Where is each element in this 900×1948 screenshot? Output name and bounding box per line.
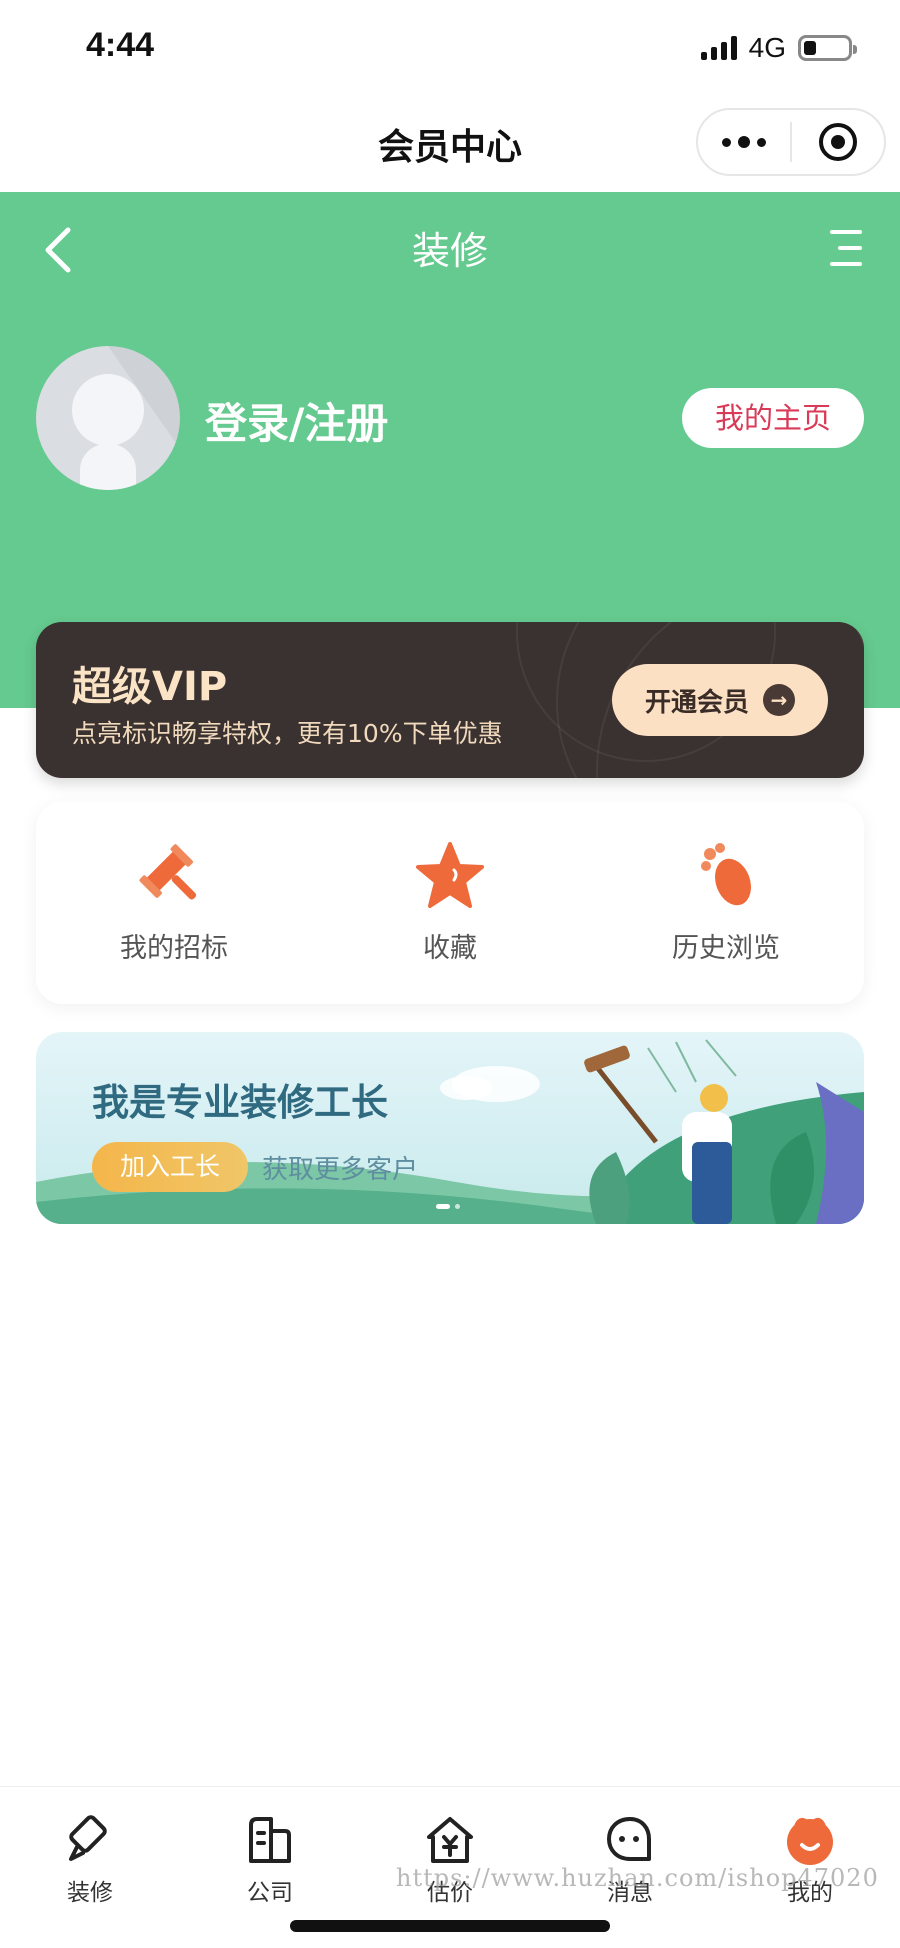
tab-label: 装修 <box>67 1880 113 1906</box>
tab-renovation[interactable]: 装修 <box>0 1787 180 1948</box>
join-foreman-button[interactable]: 加入工长 <box>92 1142 248 1192</box>
capsule-menu <box>696 108 886 176</box>
building-icon <box>249 1817 291 1863</box>
battery-icon <box>798 35 857 61</box>
mini-program-header: 会员中心 <box>0 96 900 192</box>
star-icon <box>416 842 484 908</box>
quick-action-label: 历史浏览 <box>672 933 780 964</box>
status-time: 4:44 <box>86 26 155 64</box>
home-indicator[interactable] <box>290 1920 610 1932</box>
arrow-right-icon: → <box>763 684 795 716</box>
vip-title: 超级VIP <box>72 664 228 710</box>
vip-subtitle: 点亮标识畅享特权，更有10%下单优惠 <box>72 719 503 748</box>
open-membership-label: 开通会员 <box>644 687 749 718</box>
status-indicators: 4G <box>700 32 857 64</box>
foreman-banner[interactable]: 我是专业装修工长 加入工长 获取更多客户 <box>36 1032 864 1224</box>
status-bar: 4:44 4G <box>0 0 900 96</box>
quick-actions-card: 我的招标 收藏 历史浏览 <box>36 802 864 1004</box>
open-membership-button[interactable]: 开通会员 → <box>612 664 828 736</box>
login-register-link[interactable]: 登录/注册 <box>205 390 388 451</box>
banner-title: 我是专业装修工长 <box>92 1081 388 1124</box>
price-house-icon <box>427 1817 473 1863</box>
profile-icon <box>787 1817 833 1865</box>
tab-label: 公司 <box>247 1880 293 1906</box>
signal-icon <box>700 36 737 60</box>
quick-action-label: 收藏 <box>423 933 477 964</box>
vip-card: 超级VIP 点亮标识畅享特权，更有10%下单优惠 开通会员 → <box>36 622 864 778</box>
gavel-icon <box>139 844 197 900</box>
quick-action-history[interactable]: 历史浏览 <box>588 802 864 1004</box>
more-icon[interactable] <box>698 110 790 174</box>
menu-icon[interactable] <box>828 226 864 270</box>
watermark-text: https://www.huzhan.com/ishop47020 <box>396 1864 879 1892</box>
avatar[interactable] <box>36 346 180 490</box>
footprint-icon <box>701 843 751 906</box>
quick-action-favorites[interactable]: 收藏 <box>312 802 588 1004</box>
brush-icon <box>69 1815 107 1861</box>
nav-title: 装修 <box>411 229 488 273</box>
close-target-icon[interactable] <box>792 110 884 174</box>
message-icon <box>607 1817 651 1861</box>
banner-illustration <box>36 1039 864 1224</box>
my-homepage-button[interactable]: 我的主页 <box>682 388 864 448</box>
quick-action-my-bids[interactable]: 我的招标 <box>36 802 312 1004</box>
banner-subtitle: 获取更多客户 <box>262 1155 419 1185</box>
quick-action-label: 我的招标 <box>120 933 228 964</box>
carousel-indicator <box>436 1204 460 1209</box>
network-type: 4G <box>748 32 786 63</box>
